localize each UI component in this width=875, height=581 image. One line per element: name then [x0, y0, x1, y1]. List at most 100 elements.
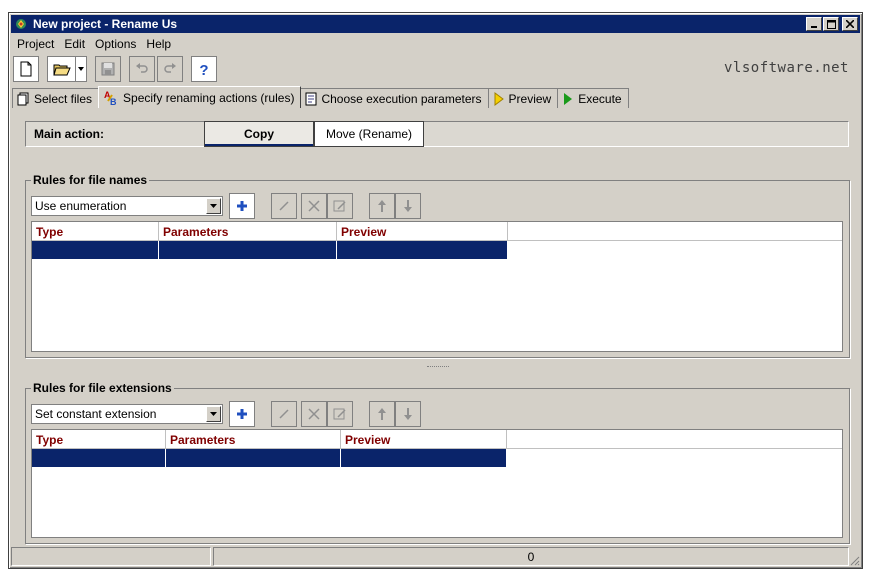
menu-project[interactable]: Project — [12, 37, 59, 51]
save-button[interactable] — [95, 56, 121, 82]
copy-option[interactable]: Copy — [204, 121, 314, 147]
move-down-button[interactable] — [395, 401, 421, 427]
tab-label: Preview — [508, 91, 552, 106]
minimize-button[interactable] — [806, 17, 822, 31]
selected-rule-type: Set constant extension — [35, 407, 157, 421]
title-bar[interactable]: New project - Rename Us — [11, 15, 860, 33]
cell-preview — [337, 241, 508, 259]
edit-rule-button[interactable] — [271, 193, 297, 219]
arrow-down-icon — [404, 408, 412, 420]
tab-select-files[interactable]: Select files — [12, 88, 100, 108]
open-project-button[interactable] — [47, 56, 87, 82]
file-extensions-rules-table[interactable]: Type Parameters Preview — [31, 429, 843, 538]
move-up-button[interactable] — [369, 401, 395, 427]
move-rename-option[interactable]: Move (Rename) — [314, 121, 424, 147]
file-names-rule-select[interactable]: Use enumeration — [31, 196, 223, 216]
file-names-toolbar: Use enumeration — [31, 193, 421, 219]
menu-edit[interactable]: Edit — [59, 37, 90, 51]
open-dropdown-toggle[interactable] — [75, 57, 86, 81]
cell-type — [32, 449, 166, 467]
chevron-down-icon — [78, 67, 84, 71]
cell-parameters — [159, 241, 337, 259]
column-parameters[interactable]: Parameters — [166, 430, 341, 448]
properties-icon — [333, 200, 346, 212]
arrow-up-icon — [378, 200, 386, 212]
redo-button[interactable] — [157, 56, 183, 82]
column-type[interactable]: Type — [32, 222, 159, 240]
file-names-rules-table[interactable]: Type Parameters Preview — [31, 221, 843, 352]
tab-execute[interactable]: Execute — [557, 88, 629, 108]
svg-text:?: ? — [199, 62, 208, 77]
tab-specify-rules[interactable]: A B Specify renaming actions (rules) — [98, 86, 302, 108]
help-button[interactable]: ? — [191, 56, 217, 82]
save-icon — [101, 62, 115, 76]
move-up-button[interactable] — [369, 193, 395, 219]
menu-help[interactable]: Help — [141, 37, 176, 51]
file-names-title: Rules for file names — [31, 173, 150, 187]
tab-label: Specify renaming actions (rules) — [123, 90, 295, 105]
chevron-down-icon — [210, 204, 217, 208]
tab-execution-parameters[interactable]: Choose execution parameters — [300, 88, 489, 108]
status-bar: 0 — [11, 547, 860, 566]
window-title: New project - Rename Us — [33, 17, 178, 31]
new-file-icon — [20, 61, 32, 77]
table-row[interactable] — [32, 449, 507, 467]
undo-button[interactable] — [129, 56, 155, 82]
close-button[interactable] — [842, 17, 858, 31]
pane-splitter[interactable] — [19, 364, 856, 370]
tab-preview[interactable]: Preview — [487, 88, 559, 108]
properties-button[interactable] — [327, 193, 353, 219]
add-rule-button[interactable] — [229, 193, 255, 219]
splitter-grip — [426, 366, 449, 368]
maximize-button[interactable] — [823, 17, 839, 31]
column-parameters[interactable]: Parameters — [159, 222, 337, 240]
new-project-button[interactable] — [13, 56, 39, 82]
tab-label: Select files — [34, 91, 93, 106]
undo-icon — [136, 63, 148, 73]
delete-rule-button[interactable] — [301, 193, 327, 219]
pencil-icon — [279, 409, 289, 419]
documents-icon — [17, 92, 30, 106]
dropdown-arrow[interactable] — [206, 198, 221, 214]
app-icon — [15, 18, 27, 30]
close-icon — [846, 20, 854, 28]
properties-icon — [333, 408, 346, 420]
delete-icon — [308, 408, 320, 420]
chevron-down-icon — [210, 412, 217, 416]
play-icon — [562, 92, 574, 106]
move-down-button[interactable] — [395, 193, 421, 219]
column-type[interactable]: Type — [32, 430, 166, 448]
column-preview[interactable]: Preview — [337, 222, 508, 240]
tab-strip: Select files A B Specify renaming action… — [12, 86, 629, 108]
delete-rule-button[interactable] — [301, 401, 327, 427]
menu-options[interactable]: Options — [90, 37, 141, 51]
properties-button[interactable] — [327, 401, 353, 427]
status-panel-left — [11, 547, 211, 566]
column-preview[interactable]: Preview — [341, 430, 507, 448]
cell-preview — [341, 449, 507, 467]
minimize-icon — [811, 26, 817, 28]
add-rule-button[interactable] — [229, 401, 255, 427]
dropdown-arrow[interactable] — [206, 406, 221, 422]
plus-icon — [237, 201, 247, 211]
toolbar: ? vlsoftware.net — [12, 54, 859, 84]
file-extensions-title: Rules for file extensions — [31, 381, 174, 395]
file-names-group: Rules for file names Use enumeration Typ… — [25, 173, 850, 358]
redo-icon — [164, 63, 176, 73]
resize-grip-icon[interactable] — [848, 554, 860, 566]
main-action-label: Main action: — [34, 127, 105, 141]
cell-type — [32, 241, 159, 259]
file-extensions-group: Rules for file extensions Set constant e… — [25, 381, 850, 544]
selected-rule-type: Use enumeration — [35, 199, 127, 213]
maximize-icon — [826, 19, 836, 29]
help-icon: ? — [199, 62, 208, 77]
table-header: Type Parameters Preview — [32, 222, 842, 241]
table-row[interactable] — [32, 241, 508, 259]
svg-text:B: B — [110, 97, 117, 106]
edit-rule-button[interactable] — [271, 401, 297, 427]
options-icon — [305, 92, 317, 106]
arrow-down-icon — [404, 200, 412, 212]
app-window: New project - Rename Us Project Edit Opt… — [8, 12, 863, 569]
file-extensions-rule-select[interactable]: Set constant extension — [31, 404, 223, 424]
open-folder-icon — [53, 64, 71, 76]
